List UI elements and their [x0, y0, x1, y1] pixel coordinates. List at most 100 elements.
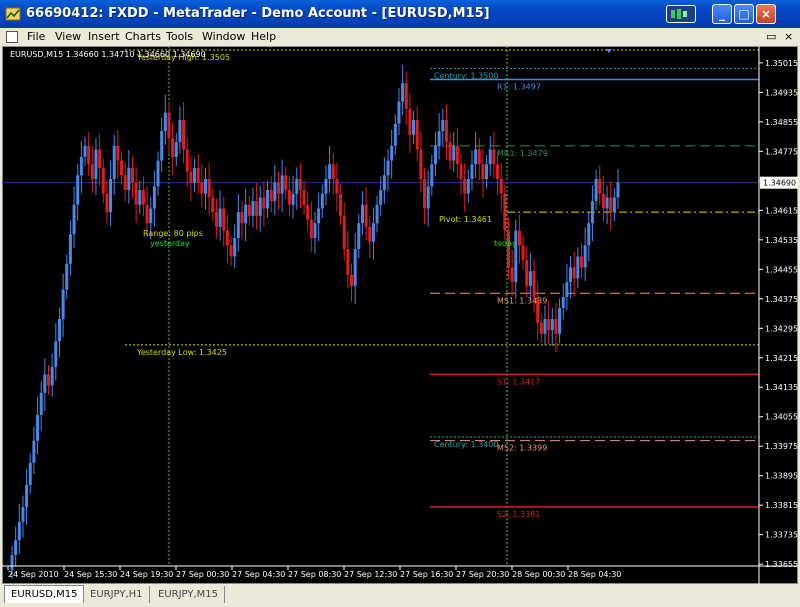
candle-body	[138, 190, 142, 205]
price-tick-label: 1.34775	[765, 147, 798, 156]
maximize-button[interactable]: □	[734, 4, 754, 24]
candle-body	[182, 120, 186, 150]
price-tick-label: 1.34055	[765, 413, 798, 422]
candle-body	[266, 190, 270, 209]
candle-body	[47, 374, 51, 386]
candle-body	[328, 164, 332, 179]
mdi-close-button[interactable]: ×	[784, 30, 793, 43]
minimize-button[interactable]: _	[712, 4, 732, 24]
menu-view[interactable]: View	[55, 30, 81, 43]
candle-body	[437, 131, 441, 146]
candle-body	[130, 167, 134, 183]
candle-body	[258, 197, 262, 216]
candle-body	[94, 149, 98, 179]
candle-body	[503, 193, 507, 231]
time-tick-label: 27 Sep 20:30	[456, 570, 509, 579]
candle-body	[415, 120, 419, 150]
price-tick-label: 1.34535	[765, 236, 798, 245]
candle-body	[174, 142, 178, 157]
candle-body	[616, 182, 620, 198]
connection-status-icon[interactable]	[666, 5, 696, 23]
candle-body	[79, 156, 83, 176]
candle-body	[528, 271, 532, 286]
candle-body	[36, 414, 40, 441]
candle-body	[517, 230, 521, 246]
candle-body	[14, 540, 18, 555]
candle-body	[105, 193, 109, 213]
candle-body	[193, 167, 197, 183]
candle-body	[470, 164, 474, 179]
candle-body	[134, 182, 138, 205]
menu-file[interactable]: File	[27, 30, 45, 43]
candle-body	[167, 112, 171, 139]
candle-body	[455, 145, 459, 165]
candle-body	[339, 193, 343, 216]
price-tick-label: 1.34375	[765, 295, 798, 304]
candle-body	[218, 208, 222, 227]
candle-body	[569, 267, 573, 283]
price-chart[interactable]: Yesterday High: 1.3505Century: 1.3500R1:…	[2, 46, 798, 584]
candle-body	[152, 186, 156, 209]
candle-body	[481, 164, 485, 179]
candle-body	[251, 201, 255, 216]
candle-body	[141, 190, 145, 205]
candle-body	[488, 149, 492, 165]
candle-body	[335, 179, 339, 194]
time-tick-label: 24 Sep 19:30	[120, 570, 173, 579]
time-tick-label: 28 Sep 00:30	[512, 570, 565, 579]
menu-window[interactable]: Window	[202, 30, 245, 43]
price-tick-label: 1.33815	[765, 501, 798, 510]
pivot-level-label: Pivot: 1.3461	[439, 215, 492, 224]
candle-body	[211, 197, 215, 213]
candle-body	[382, 175, 386, 191]
price-tick-label: 1.34135	[765, 383, 798, 392]
candle-body	[463, 179, 467, 194]
tab-eurjpy-m15[interactable]: EURJPY,M15	[152, 586, 225, 603]
candle-body	[233, 237, 237, 257]
candle-body	[496, 164, 500, 179]
candle-body	[364, 204, 368, 227]
candle-body	[83, 145, 87, 157]
candle-body	[452, 145, 456, 161]
current-price-label: 1.34690	[763, 179, 796, 188]
candle-body	[240, 212, 244, 224]
document-icon[interactable]	[6, 31, 18, 43]
menu-help[interactable]: Help	[251, 30, 276, 43]
candle-body	[160, 131, 164, 161]
candle-body	[375, 204, 379, 224]
mdi-restore-button[interactable]: ▭	[766, 30, 776, 43]
price-tick-label: 1.34295	[765, 324, 798, 333]
candle-body	[477, 149, 481, 165]
pivot-level-label: S1: 1.3417	[497, 377, 540, 386]
candle-body	[466, 179, 470, 194]
candle-body	[525, 260, 529, 286]
price-tick-label: 1.34615	[765, 206, 798, 215]
chart-header: EURUSD,M15 1.34660 1.34710 1.34660 1.346…	[10, 50, 206, 59]
menu-bar: File View Insert Charts Tools Window Hel…	[0, 28, 800, 46]
candle-body	[112, 145, 116, 179]
menu-insert[interactable]: Insert	[88, 30, 120, 43]
candle-body	[521, 245, 525, 261]
candle-body	[579, 256, 583, 268]
tab-eurusd-m15[interactable]: EURUSD,M15	[4, 585, 85, 603]
menu-charts[interactable]: Charts	[125, 30, 161, 43]
candle-body	[306, 204, 310, 220]
pivot-level-label: Century: 1.3500	[434, 71, 498, 80]
close-button[interactable]: ×	[756, 4, 776, 24]
candle-body	[550, 319, 554, 331]
candle-body	[331, 164, 335, 179]
candle-body	[598, 179, 602, 194]
candle-body	[357, 223, 361, 250]
candle-body	[565, 282, 569, 297]
tab-eurjpy-h1[interactable]: EURJPY,H1	[84, 586, 150, 603]
menu-tools[interactable]: Tools	[166, 30, 193, 43]
pivot-level-label: MS2: 1.3399	[497, 444, 547, 453]
time-tick-label: 24 Sep 15:30	[64, 570, 117, 579]
window-title: 66690412: FXDD - MetaTrader - Demo Accou…	[26, 6, 490, 21]
candle-body	[120, 160, 124, 176]
pivot-level-label: R1: 1.3497	[497, 82, 541, 91]
pivot-level-label: Century: 1.3400	[434, 440, 498, 449]
candle-body	[419, 149, 423, 179]
candle-body	[229, 245, 233, 257]
candle-body	[273, 182, 277, 202]
